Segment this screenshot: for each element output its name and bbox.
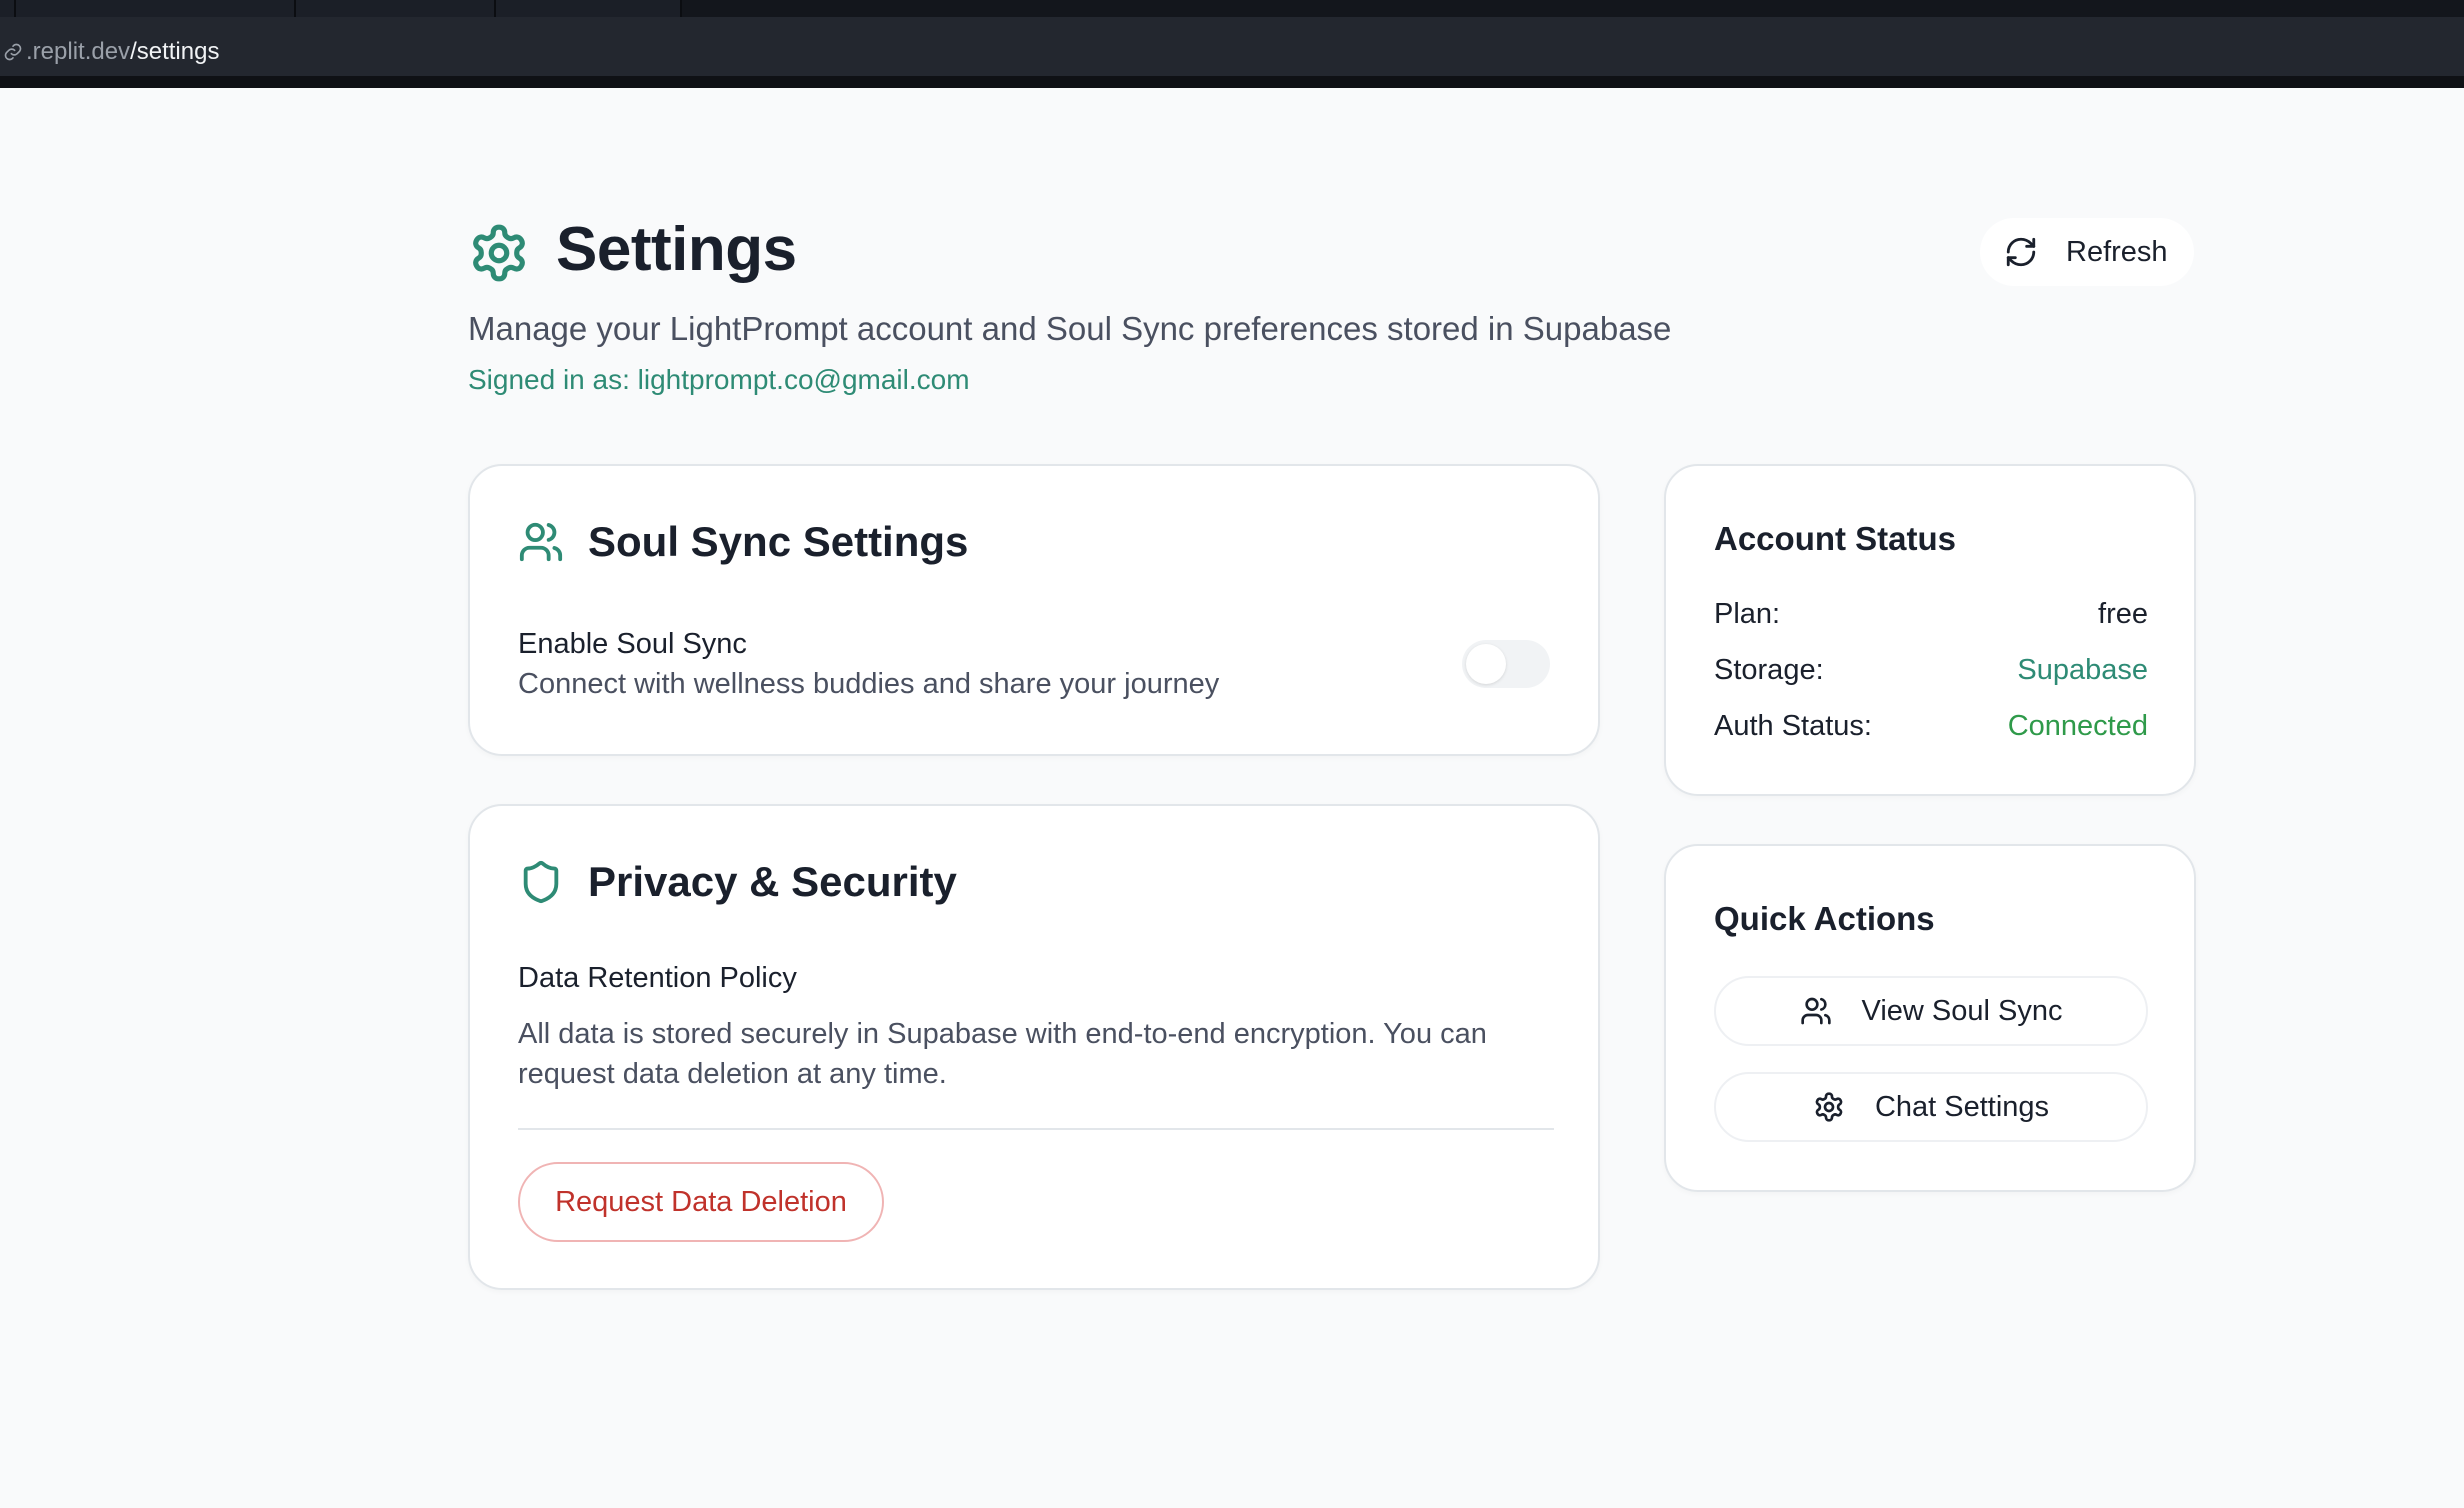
soul-sync-header: Soul Sync Settings — [518, 518, 968, 566]
page-title: Settings — [556, 215, 797, 284]
view-soul-sync-button[interactable]: View Soul Sync — [1714, 976, 2148, 1046]
chat-settings-button[interactable]: Chat Settings — [1714, 1072, 2148, 1142]
privacy-security-card: Privacy & Security Data Retention Policy… — [468, 804, 1600, 1290]
plan-label: Plan: — [1714, 598, 1781, 630]
url-path: /settings — [130, 38, 220, 65]
browser-tab[interactable] — [0, 0, 16, 17]
quick-actions-card: Quick Actions View Soul Sync Chat Settin… — [1664, 844, 2196, 1192]
auth-status-value: Connected — [2007, 710, 2148, 742]
users-icon — [1800, 997, 1831, 1025]
gear-icon — [1815, 1092, 1843, 1122]
privacy-title: Privacy & Security — [588, 858, 957, 905]
soul-sync-card: Soul Sync Settings Enable Soul Sync Conn… — [468, 464, 1600, 756]
browser-tab[interactable] — [296, 0, 496, 17]
privacy-header: Privacy & Security — [518, 858, 957, 906]
settings-page — [0, 88, 2464, 1508]
divider — [518, 1128, 1554, 1130]
data-retention-desc-line1: All data is stored securely in Supabase … — [518, 1018, 1487, 1050]
link-icon — [0, 39, 26, 65]
signed-in-email: Signed in as: lightprompt.co@gmail.com — [468, 364, 970, 395]
account-status-card: Account Status Plan: free Storage: Supab… — [1664, 464, 2196, 796]
data-retention-desc-line2: request data deletion at any time. — [518, 1058, 947, 1090]
chat-settings-label: Chat Settings — [1874, 1090, 2050, 1123]
soul-sync-toggle[interactable] — [1462, 640, 1550, 688]
page-subtitle: Manage your LightPrompt account and Soul… — [468, 310, 1672, 347]
data-retention-label: Data Retention Policy — [518, 962, 797, 994]
refresh-label: Refresh — [2066, 235, 2168, 268]
toggle-knob — [1466, 644, 1506, 684]
account-status-title: Account Status — [1714, 520, 1957, 557]
enable-soul-sync-desc: Connect with wellness buddies and share … — [518, 668, 1220, 700]
browser-tab[interactable] — [496, 0, 682, 17]
shield-icon — [523, 860, 559, 904]
url-host: .replit.dev — [26, 38, 131, 65]
browser-tab-strip — [0, 0, 2464, 17]
request-data-deletion-button[interactable]: Request Data Deletion — [518, 1162, 884, 1242]
auth-status-row: Auth Status: Connected — [1714, 710, 2148, 743]
view-soul-sync-label: View Soul Sync — [1861, 994, 2063, 1027]
users-icon — [519, 522, 563, 562]
refresh-icon — [2006, 237, 2036, 267]
enable-soul-sync-label: Enable Soul Sync — [518, 628, 747, 660]
gear-icon — [473, 224, 525, 282]
storage-row: Storage: Supabase — [1714, 654, 2148, 687]
plan-value: free — [2098, 598, 2148, 630]
storage-label: Storage: — [1714, 654, 1824, 686]
refresh-button[interactable]: Refresh — [1980, 218, 2194, 286]
toolbar-divider — [0, 76, 2464, 88]
browser-tab[interactable] — [16, 0, 296, 17]
auth-status-label: Auth Status: — [1714, 710, 1872, 742]
plan-row: Plan: free — [1714, 598, 2148, 631]
storage-value: Supabase — [2017, 654, 2148, 686]
soul-sync-title: Soul Sync Settings — [588, 518, 969, 565]
quick-actions-title: Quick Actions — [1714, 900, 1935, 937]
